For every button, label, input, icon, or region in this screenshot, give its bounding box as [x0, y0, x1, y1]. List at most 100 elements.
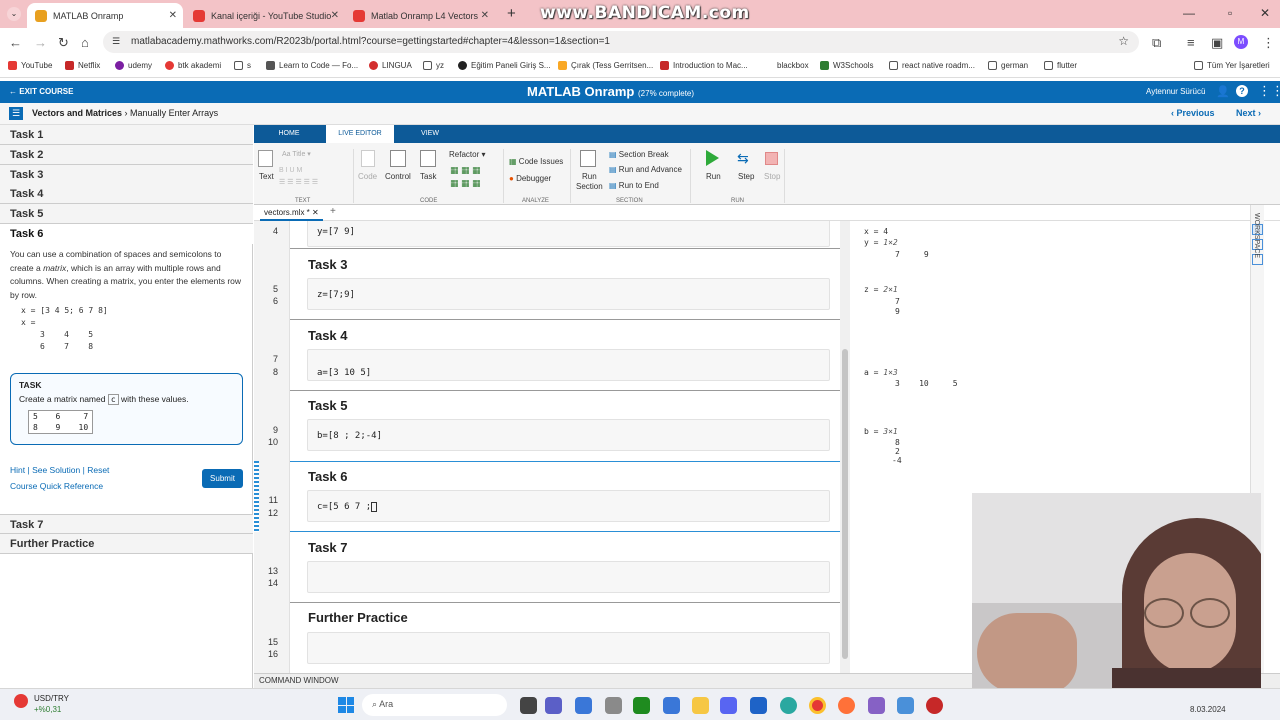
section-break-button[interactable]: ▤ Section Break — [609, 150, 669, 159]
bookmark-w3schools[interactable]: W3Schools — [820, 61, 873, 70]
task-header-7[interactable]: Task 7 — [0, 514, 253, 534]
previous-link[interactable]: ‹ Previous — [1171, 108, 1215, 118]
site-info-icon[interactable]: ☰ — [112, 36, 120, 47]
file-tab[interactable]: vectors.mlx * ✕ — [260, 205, 323, 221]
scroll-thumb[interactable] — [842, 349, 848, 659]
all-bookmarks[interactable]: Tüm Yer İşaretleri — [1194, 61, 1270, 70]
stop-button[interactable]: Stop — [764, 172, 780, 181]
extensions-icon[interactable]: ⧉ — [1152, 35, 1161, 51]
task-header-4[interactable]: Task 4 — [0, 184, 253, 204]
breadcrumb-chapter[interactable]: Vectors and Matrices — [32, 108, 122, 118]
browser-tab-matlab[interactable]: MATLAB Onramp ✕ — [27, 3, 183, 28]
task-button[interactable]: Task — [420, 172, 436, 181]
stop-icon[interactable] — [765, 152, 778, 165]
run-advance-button[interactable]: ▤ Run and Advance — [609, 165, 682, 174]
back-icon[interactable]: ← — [9, 35, 22, 50]
workspace-label[interactable]: WORKSPACE — [1253, 213, 1260, 258]
close-icon[interactable]: ✕ — [312, 208, 319, 217]
close-icon[interactable]: ✕ — [481, 10, 489, 21]
clock-date[interactable]: 8.03.2024 — [1190, 705, 1226, 714]
stock-icon[interactable] — [14, 694, 28, 708]
run-to-end-button[interactable]: ▤ Run to End — [609, 181, 659, 190]
code-block[interactable]: b=[8 ; 2;-4] — [307, 419, 830, 451]
stock-ticker[interactable]: USD/TRY — [34, 694, 69, 703]
taskbar-search[interactable]: ⌕ Ara — [362, 694, 507, 716]
title-dropdown[interactable]: Aa Title ▾ — [282, 150, 311, 158]
bookmark-cirak[interactable]: Çırak (Tess Gerritsen... — [558, 61, 653, 70]
discord-icon[interactable] — [720, 697, 737, 714]
text-icon[interactable] — [258, 150, 273, 167]
code-block[interactable]: z=[7;9] — [307, 278, 830, 310]
code-block[interactable]: a=[3 10 5] — [307, 349, 830, 381]
close-icon[interactable]: ✕ — [331, 10, 339, 21]
format-buttons[interactable]: B I U M ☰ ☰ ☰ ☰ ☰ — [279, 165, 349, 191]
code-issues-button[interactable]: ▦ Code Issues — [509, 157, 563, 166]
tab-view[interactable]: VIEW — [406, 125, 454, 143]
bookmark-lingua[interactable]: LINGUA — [369, 61, 412, 70]
tab-live-editor[interactable]: LIVE EDITOR — [326, 125, 394, 143]
new-file-tab-button[interactable]: + — [330, 206, 336, 217]
step-icon[interactable]: ⇆ — [737, 150, 749, 167]
chrome-icon[interactable] — [809, 697, 826, 714]
address-bar[interactable]: ☰ matlabacademy.mathworks.com/R2023b/por… — [103, 31, 1139, 53]
app-icon[interactable] — [897, 697, 914, 714]
new-tab-button[interactable]: + — [507, 5, 516, 22]
code-block[interactable] — [307, 632, 830, 664]
code-block[interactable] — [307, 561, 830, 593]
reset-link[interactable]: Reset — [87, 465, 109, 475]
see-solution-link[interactable]: See Solution — [32, 465, 80, 475]
quick-reference-link[interactable]: Course Quick Reference — [10, 481, 103, 491]
refactor-icons[interactable]: ▦ ▦ ▦ ▦ ▦ ▦ — [450, 164, 490, 192]
mail-icon[interactable] — [750, 697, 767, 714]
widgets-icon[interactable] — [575, 697, 592, 714]
bookmark-folder-s[interactable]: s — [234, 61, 251, 70]
task-view-icon[interactable] — [520, 697, 537, 714]
live-editor[interactable]: 4 y=[7 9] Task 3 5 6 z=[7;9] Task 4 7 8 … — [254, 221, 840, 673]
bookmark-folder-german[interactable]: german — [988, 61, 1028, 70]
user-name[interactable]: Aytennur Sürücü — [1146, 87, 1205, 96]
run-icon[interactable] — [706, 150, 719, 166]
xbox-icon[interactable] — [633, 697, 650, 714]
editor-scrollbar[interactable] — [840, 221, 850, 673]
submit-button[interactable]: Submit — [202, 469, 243, 488]
media-icon[interactable]: ≡ — [1187, 35, 1195, 50]
bookmark-egitim-paneli[interactable]: Eğitim Paneli Giriş S... — [458, 61, 551, 70]
edge-icon[interactable] — [780, 697, 797, 714]
bookmark-folder-react[interactable]: react native roadm... — [889, 61, 975, 70]
code-block[interactable]: y=[7 9] — [307, 221, 830, 247]
firefox-icon[interactable] — [838, 697, 855, 714]
user-icon[interactable]: 👤 — [1216, 85, 1230, 98]
apps-grid-icon[interactable]: ⋮⋮ — [1258, 83, 1280, 99]
code-icon[interactable] — [361, 150, 375, 167]
reload-icon[interactable]: ↻ — [58, 35, 69, 51]
store-icon[interactable] — [663, 697, 680, 714]
run-button[interactable]: Run — [706, 172, 721, 181]
tab-home[interactable]: HOME — [264, 125, 314, 143]
next-link[interactable]: Next › — [1236, 108, 1261, 118]
exit-course-button[interactable]: ← EXIT COURSE — [9, 87, 73, 96]
control-icon[interactable] — [390, 150, 406, 167]
task-header-1[interactable]: Task 1 — [0, 125, 253, 145]
code-button[interactable]: Code — [358, 172, 377, 181]
debugger-button[interactable]: ● Debugger — [509, 174, 551, 183]
settings-icon[interactable] — [605, 697, 622, 714]
forward-icon[interactable]: → — [34, 35, 47, 50]
bookmark-star-icon[interactable]: ☆ — [1118, 34, 1129, 48]
restore-icon[interactable]: ▫ — [1228, 6, 1232, 20]
bookmark-blackbox[interactable]: blackbox — [764, 61, 809, 70]
bookmark-folder-flutter[interactable]: flutter — [1044, 61, 1077, 70]
bookmark-netflix[interactable]: Netflix — [65, 61, 100, 70]
bookmark-youtube[interactable]: YouTube — [8, 61, 52, 70]
step-button[interactable]: Step — [738, 172, 754, 181]
code-block-active[interactable]: c=[5 6 7 ; — [307, 490, 830, 522]
refactor-button[interactable]: Refactor ▾ — [449, 150, 485, 159]
start-icon[interactable] — [338, 697, 354, 713]
help-icon[interactable]: ? — [1236, 85, 1248, 97]
menu-icon[interactable]: ⋮ — [1262, 35, 1275, 51]
further-practice-header[interactable]: Further Practice — [0, 534, 253, 554]
visual-studio-icon[interactable] — [868, 697, 885, 714]
task-header-3[interactable]: Task 3 — [0, 165, 253, 185]
bookmark-udemy[interactable]: udemy — [115, 61, 152, 70]
task-header-6[interactable]: Task 6 — [0, 224, 253, 244]
task-header-2[interactable]: Task 2 — [0, 145, 253, 165]
